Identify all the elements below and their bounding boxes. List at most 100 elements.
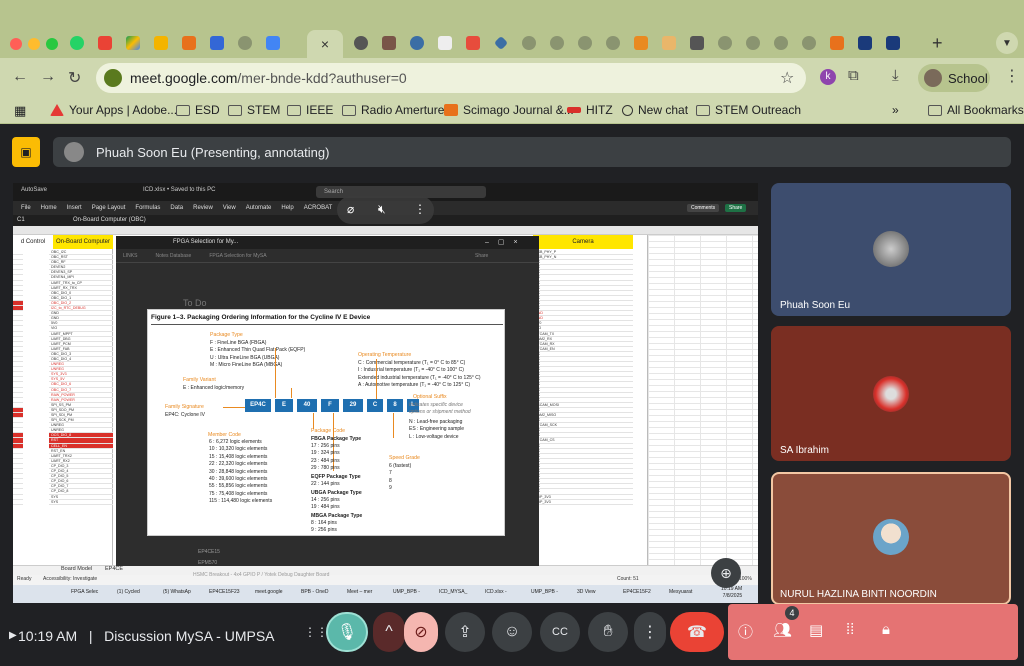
url-text[interactable]: meet.google.com/mer-bnde-kdd?authuser=0 xyxy=(130,70,407,86)
tab-e-1[interactable] xyxy=(630,33,652,53)
ribbon-tab[interactable]: Review xyxy=(193,205,213,211)
info-icon[interactable]: ⓘ xyxy=(738,621,753,642)
bookmark-new-chat[interactable]: New chat xyxy=(622,103,688,117)
extensions-puzzle-icon[interactable]: ⧉ xyxy=(848,67,859,84)
bookmark-star-icon[interactable]: ☆ xyxy=(780,68,794,88)
ribbon-tab[interactable]: ACROBAT xyxy=(304,205,333,211)
tab-shield-2[interactable] xyxy=(882,33,904,53)
bookmark-adobe[interactable]: Your Apps | Adobe... xyxy=(50,103,177,117)
pdf-window-controls[interactable]: –▢× xyxy=(485,238,527,246)
leave-call-button[interactable]: ☎︎ xyxy=(670,612,724,652)
taskbar-item[interactable]: (1) Cycled xyxy=(117,589,140,595)
tab-drive[interactable] xyxy=(122,33,144,53)
taskbar-item[interactable]: ICD_MYSA_ xyxy=(439,589,467,595)
tab-sc[interactable] xyxy=(178,33,200,53)
taskbar-item[interactable]: BPB - OneD xyxy=(301,589,329,595)
tab-gmail[interactable] xyxy=(94,33,116,53)
activities-icon[interactable]: ⁞⁞ xyxy=(846,621,854,638)
tab-gray-5[interactable] xyxy=(714,33,736,53)
taskbar-item[interactable]: UMP_BPB - xyxy=(531,589,558,595)
tab-gray-7[interactable] xyxy=(770,33,792,53)
ribbon-tab[interactable]: Home xyxy=(41,205,57,211)
present-button[interactable]: ⇪ xyxy=(445,612,485,652)
presentation-icon[interactable]: ▣ xyxy=(12,137,40,167)
tab-generic[interactable] xyxy=(234,33,256,53)
bookmark-esd[interactable]: ESD xyxy=(176,103,220,117)
extension-k-icon[interactable]: k xyxy=(820,69,836,85)
tab-shield-1[interactable] xyxy=(854,33,876,53)
tab-chatgpt[interactable] xyxy=(350,33,372,53)
chat-icon[interactable]: ▤ xyxy=(809,621,823,639)
bookmark-all[interactable]: All Bookmarks xyxy=(928,103,1024,117)
tab-gray-1[interactable] xyxy=(518,33,540,53)
taskbar-item[interactable]: EP4CE15F23 xyxy=(209,589,240,595)
pdf-window-tab[interactable]: FPGA Selection for My... xyxy=(173,239,238,245)
status-accessibility[interactable]: Accessibility: Investigate xyxy=(43,576,97,582)
taskbar-item[interactable]: Meet – mer xyxy=(347,589,372,595)
host-controls-icon[interactable]: 🔒︎ xyxy=(882,621,890,638)
mute-off-icon[interactable]: 🔇︎ xyxy=(378,202,386,217)
apps-grid-icon[interactable]: ▦ xyxy=(14,103,26,119)
ribbon-tab[interactable]: Data xyxy=(170,205,183,211)
bookmark-hitz[interactable]: HITZ xyxy=(567,103,613,117)
ribbon-tab[interactable]: Automate xyxy=(246,205,272,211)
tab-whatsapp[interactable] xyxy=(66,33,88,53)
tab-calendar[interactable] xyxy=(206,33,228,53)
breadcrumb-item[interactable]: Notes Database xyxy=(155,253,191,259)
zoom-in-icon[interactable]: ⊕ xyxy=(711,558,741,588)
tab-settings[interactable] xyxy=(406,33,428,53)
window-maximize-button[interactable] xyxy=(46,38,58,50)
bookmarks-overflow-icon[interactable]: » xyxy=(892,103,899,117)
people-icon[interactable]: 👥︎ xyxy=(773,621,792,639)
download-icon[interactable]: ⤓ xyxy=(892,67,899,84)
tab-m[interactable] xyxy=(686,33,708,53)
browser-menu-icon[interactable]: ⋮ xyxy=(1004,66,1020,86)
raise-hand-button[interactable]: ✋︎ xyxy=(588,612,628,652)
tab-pdf[interactable] xyxy=(434,33,456,53)
camera-options-button[interactable]: ^ xyxy=(373,612,405,652)
taskbar-item[interactable]: meet.google xyxy=(255,589,283,595)
more-options-button[interactable]: ⋮ xyxy=(634,612,666,652)
camera-toggle-button[interactable]: ⊘ xyxy=(404,612,438,652)
window-minimize-button[interactable] xyxy=(28,38,40,50)
tab-gray-8[interactable] xyxy=(798,33,820,53)
forward-button[interactable]: → xyxy=(40,68,56,86)
tab-gift[interactable] xyxy=(826,33,848,53)
reactions-button[interactable]: ☺ xyxy=(492,612,532,652)
tab-search-button[interactable]: ▼ xyxy=(996,32,1018,54)
ribbon-tab[interactable]: View xyxy=(223,205,236,211)
tab-calendar-2[interactable] xyxy=(262,33,284,53)
excel-share-button[interactable]: Share xyxy=(725,204,747,212)
ribbon-tab[interactable]: Page Layout xyxy=(92,205,126,211)
caret-right-icon[interactable]: ▶ xyxy=(9,630,17,641)
sheet-tab-board-model[interactable]: Board Model xyxy=(61,566,92,572)
tab-gray-6[interactable] xyxy=(742,33,764,53)
captions-button[interactable]: CC xyxy=(540,612,580,652)
bookmark-stem-outreach[interactable]: STEM Outreach xyxy=(696,103,801,117)
tab-gray-3[interactable] xyxy=(574,33,596,53)
breadcrumb-item[interactable]: LINKS xyxy=(123,253,137,259)
status-zoom[interactable]: 100% xyxy=(739,576,752,582)
cell[interactable]: SUP_3V3 xyxy=(533,500,633,505)
tab-e-2[interactable] xyxy=(658,33,680,53)
ribbon-tab[interactable]: Help xyxy=(281,205,293,211)
pin-off-icon[interactable]: ⌀ xyxy=(347,202,354,216)
ribbon-tab[interactable]: File xyxy=(21,205,31,211)
row-marker-cell[interactable] xyxy=(13,500,23,505)
tab-red[interactable] xyxy=(462,33,484,53)
bookmark-stem[interactable]: STEM xyxy=(228,103,280,117)
tab-blue[interactable] xyxy=(490,33,512,53)
window-close-button[interactable] xyxy=(10,38,22,50)
taskbar-item[interactable]: FPGA Selec xyxy=(71,589,98,595)
name-box[interactable]: C1 xyxy=(17,217,25,223)
taskbar-item[interactable]: EP4CE15F2 xyxy=(623,589,651,595)
formula-value[interactable]: On-Board Computer (OBC) xyxy=(73,217,146,223)
tab-slides[interactable] xyxy=(150,33,172,53)
bookmark-ieee[interactable]: IEEE xyxy=(287,103,333,117)
breadcrumb-item[interactable]: FPGA Selection for MySA xyxy=(209,253,266,259)
site-info-icon[interactable] xyxy=(104,69,122,87)
taskbar-item[interactable]: Mesyuarat xyxy=(669,589,692,595)
close-tab-icon[interactable]: × xyxy=(321,36,329,52)
taskbar-item[interactable]: UMP_BPB - xyxy=(393,589,420,595)
ribbon-tab[interactable]: Formulas xyxy=(135,205,160,211)
